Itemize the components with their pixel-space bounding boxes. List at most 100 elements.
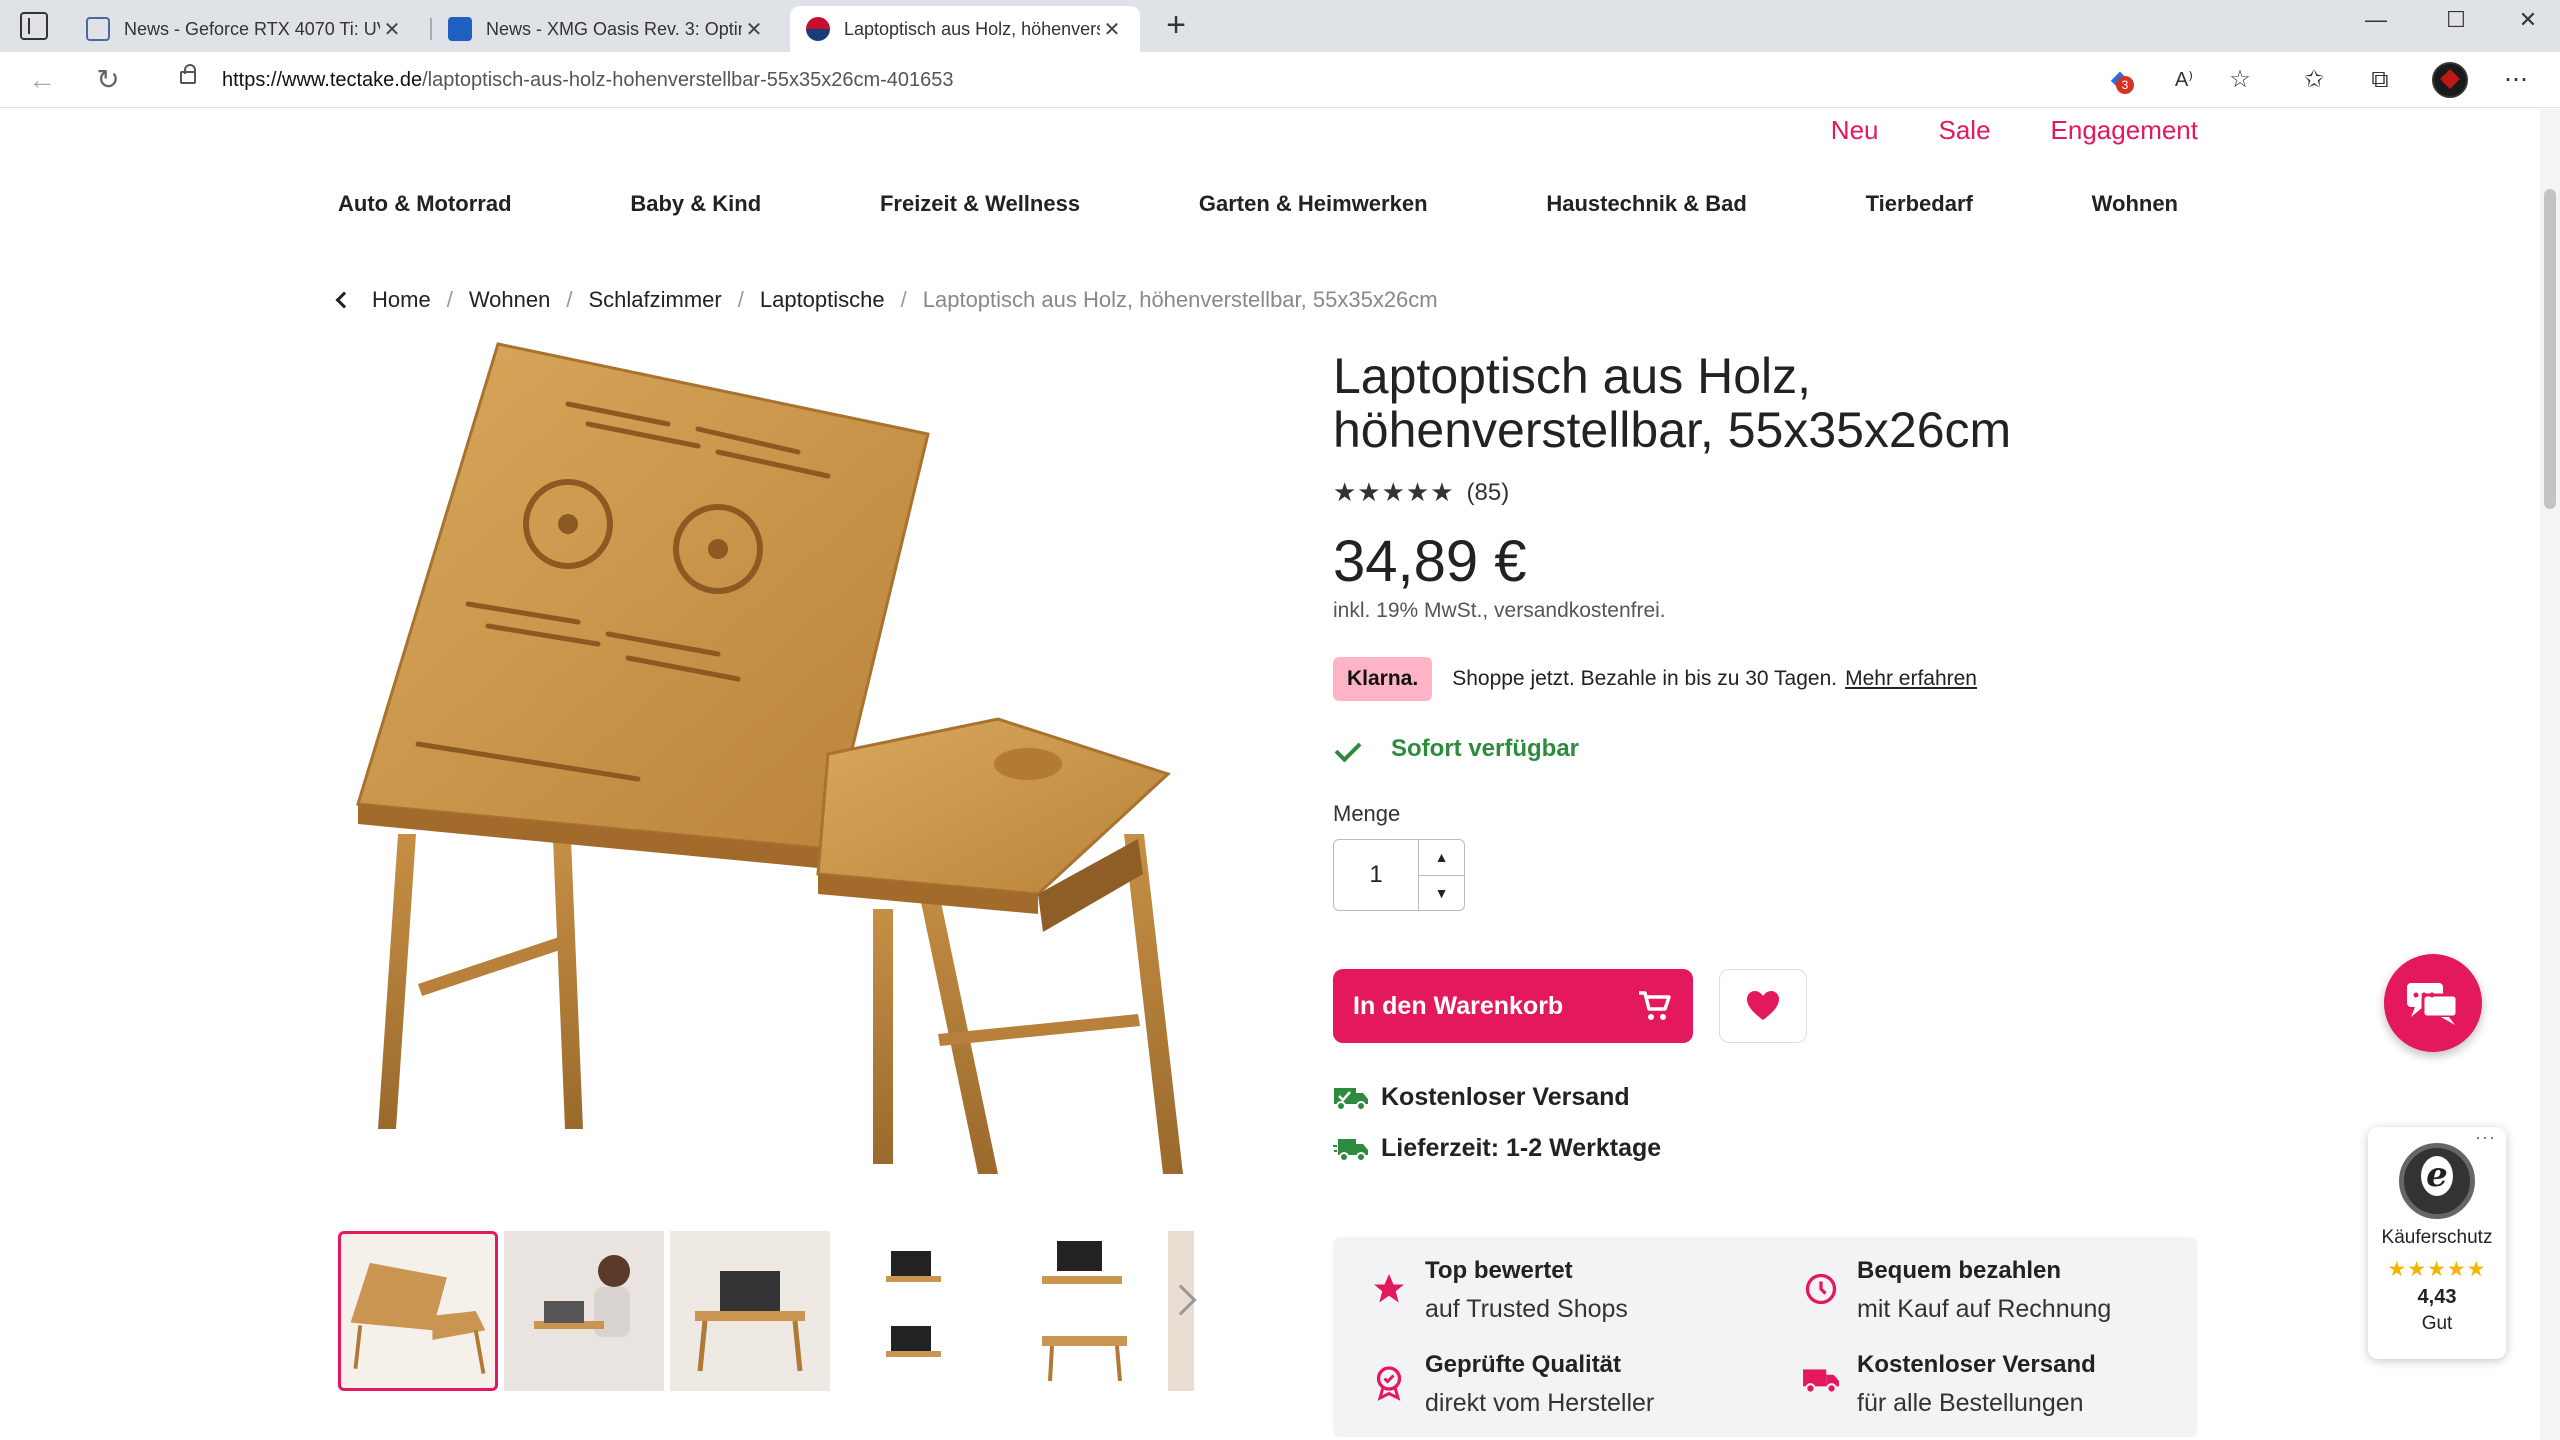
close-icon[interactable]: ✕ (380, 17, 404, 42)
ts-grade: Gut (2421, 1313, 2453, 1334)
product-actions: In den Warenkorb (1333, 969, 2203, 1043)
tab-laptoptisch[interactable]: Laptoptisch aus Holz, höhenverst ✕ (790, 6, 1140, 52)
tab-favicon (448, 17, 472, 41)
chat-button[interactable] (2384, 954, 2482, 1052)
benefit-sub: direkt vom Hersteller (1425, 1389, 1655, 1417)
rating[interactable]: ★★★★★ (85) (1333, 477, 2203, 508)
benefit-free-shipping: Kostenloser Versand für alle Bestellungen (1801, 1351, 2096, 1418)
breadcrumb-schlafzimmer[interactable]: Schlafzimmer (588, 287, 721, 313)
category-tierbedarf[interactable]: Tierbedarf (1866, 191, 1973, 217)
cart-icon (1639, 991, 1671, 1020)
klarna-more-link[interactable]: Mehr erfahren (1845, 667, 1977, 691)
window-close-icon[interactable]: ✕ (2492, 0, 2560, 42)
availability-text: Sofort verfügbar (1391, 735, 1580, 762)
vat-note: inkl. 19% MwSt., versandkostenfrei. (1333, 599, 1666, 622)
reload-icon[interactable]: ↻ (88, 60, 128, 100)
tab-bar: News - Geforce RTX 4070 Ti: UVP ✕ News -… (0, 0, 2560, 52)
tab-label: Laptoptisch aus Holz, höhenverst (844, 18, 1100, 39)
fast-truck-icon (1333, 1138, 1368, 1162)
breadcrumb: Home / Wohnen / Schlafzimmer / Laptoptis… (335, 287, 1438, 313)
util-link-sale[interactable]: Sale (1939, 115, 1991, 146)
benefit-sub: mit Kauf auf Rechnung (1857, 1295, 2112, 1323)
truck-icon (1803, 1369, 1839, 1394)
more-icon[interactable]: ⋯ (2500, 64, 2532, 96)
close-icon[interactable]: ✕ (1100, 17, 1124, 42)
util-link-engagement[interactable]: Engagement (2051, 115, 2198, 146)
thumbnail-5[interactable] (1002, 1231, 1162, 1391)
benefit-payment: Bequem bezahlen mit Kauf auf Rechnung (1801, 1257, 2111, 1324)
favorites-icon[interactable]: ✩ (2298, 64, 2330, 96)
back-icon[interactable]: ← (22, 60, 62, 100)
extension-badge: 3 (2116, 76, 2134, 94)
category-freizeit[interactable]: Freizeit & Wellness (880, 191, 1080, 217)
thumbnail-3[interactable] (670, 1231, 830, 1391)
tab-news-rtx[interactable]: News - Geforce RTX 4070 Ti: UVP ✕ (70, 6, 420, 52)
benefit-title: Bequem bezahlen (1857, 1257, 2062, 1284)
close-icon[interactable]: ✕ (742, 17, 766, 42)
category-baby[interactable]: Baby & Kind (630, 191, 761, 217)
tab-favicon (86, 17, 110, 41)
chevron-down-icon[interactable]: ▼ (1419, 874, 1464, 911)
benefit-title: Kostenloser Versand (1857, 1351, 2096, 1378)
chevron-up-icon[interactable]: ▲ (1419, 840, 1464, 875)
tab-favicon (806, 17, 830, 41)
category-wohnen[interactable]: Wohnen (2092, 191, 2178, 217)
scrollbar[interactable] (2540, 109, 2560, 1440)
thumbnail-2[interactable] (504, 1231, 664, 1391)
tab-news-xmg[interactable]: News - XMG Oasis Rev. 3: Optimi ✕ (432, 6, 782, 52)
trusted-shops-seal (2399, 1143, 2475, 1219)
utility-links: Neu Sale Engagement (1831, 115, 2198, 146)
ts-label: Käuferschutz (2381, 1227, 2493, 1248)
scrollbar-thumb[interactable] (2544, 189, 2556, 509)
tab-label: News - Geforce RTX 4070 Ti: UVP (124, 18, 380, 39)
add-favorite-icon[interactable]: ☆ (2224, 64, 2256, 96)
quality-badge-icon (1376, 1366, 1402, 1401)
read-aloud-icon[interactable]: A⁾ (2168, 64, 2200, 96)
category-auto[interactable]: Auto & Motorrad (338, 191, 512, 217)
benefits-box: Top bewertet auf Trusted Shops Bequem bez… (1333, 1237, 2197, 1437)
more-icon[interactable]: ··· (2475, 1127, 2496, 1148)
shipping-free: Kostenloser Versand (1333, 1083, 2203, 1112)
tab-actions-icon[interactable] (20, 12, 48, 40)
url-field[interactable]: https://www.tectake.de/laptoptisch-aus-h… (150, 58, 2180, 102)
wishlist-button[interactable] (1719, 969, 1807, 1043)
profile-avatar[interactable] (2432, 62, 2468, 98)
chevron-left-icon[interactable] (335, 291, 353, 309)
benefit-title: Geprüfte Qualität (1425, 1351, 1622, 1378)
product-image[interactable] (338, 334, 1218, 1214)
breadcrumb-home[interactable]: Home (372, 287, 431, 313)
thumbnail-4[interactable] (836, 1231, 996, 1391)
lock-icon (180, 64, 196, 84)
url-text: https://www.tectake.de/laptoptisch-aus-h… (222, 69, 954, 91)
category-nav: Auto & Motorrad Baby & Kind Freizeit & W… (338, 191, 2178, 217)
category-haustechnik[interactable]: Haustechnik & Bad (1546, 191, 1747, 217)
new-tab-icon[interactable]: + (1158, 8, 1194, 44)
product-info: Laptoptisch aus Holz, höhenverstellbar, … (1333, 349, 2203, 1163)
address-bar: ← ↻ https://www.tectake.de/laptoptisch-a… (0, 52, 2560, 108)
collections-icon[interactable]: ⧉ (2364, 64, 2396, 96)
benefit-quality: Geprüfte Qualität direkt vom Hersteller (1369, 1351, 1654, 1418)
breadcrumb-wohnen[interactable]: Wohnen (469, 287, 551, 313)
star-icon (1374, 1274, 1404, 1303)
trusted-shops-widget[interactable]: ··· Käuferschutz ★★★★★ 4,43 Gut (2368, 1127, 2506, 1359)
truck-check-icon (1334, 1087, 1368, 1111)
quantity-input[interactable] (1334, 840, 1418, 910)
ts-score: 4,43 (2417, 1286, 2457, 1308)
klarna-logo: Klarna. (1333, 657, 1433, 701)
product-title: Laptoptisch aus Holz, höhenverstellbar, … (1333, 348, 2012, 458)
minimize-icon[interactable]: — (2340, 0, 2412, 42)
thumbnail-1[interactable] (338, 1231, 498, 1391)
quantity-label: Menge (1333, 801, 1401, 826)
category-garten[interactable]: Garten & Heimwerken (1199, 191, 1428, 217)
maximize-icon[interactable]: ☐ (2420, 0, 2492, 42)
delivery-time: Lieferzeit: 1-2 Werktage (1333, 1134, 2203, 1163)
rating-stars: ★★★★★ (1333, 477, 1455, 507)
payment-clock-icon (1805, 1273, 1837, 1305)
klarna-row: Klarna. Shoppe jetzt. Bezahle in bis zu … (1333, 657, 2203, 701)
add-to-cart-button[interactable]: In den Warenkorb (1333, 969, 1693, 1043)
page-content: Neu Sale Engagement Auto & Motorrad Baby… (0, 109, 2540, 1440)
util-link-neu[interactable]: Neu (1831, 115, 1879, 146)
breadcrumb-laptoptische[interactable]: Laptoptische (760, 287, 885, 313)
rating-count[interactable]: (85) (1467, 479, 1510, 507)
benefit-top-rated: Top bewertet auf Trusted Shops (1369, 1257, 1628, 1324)
